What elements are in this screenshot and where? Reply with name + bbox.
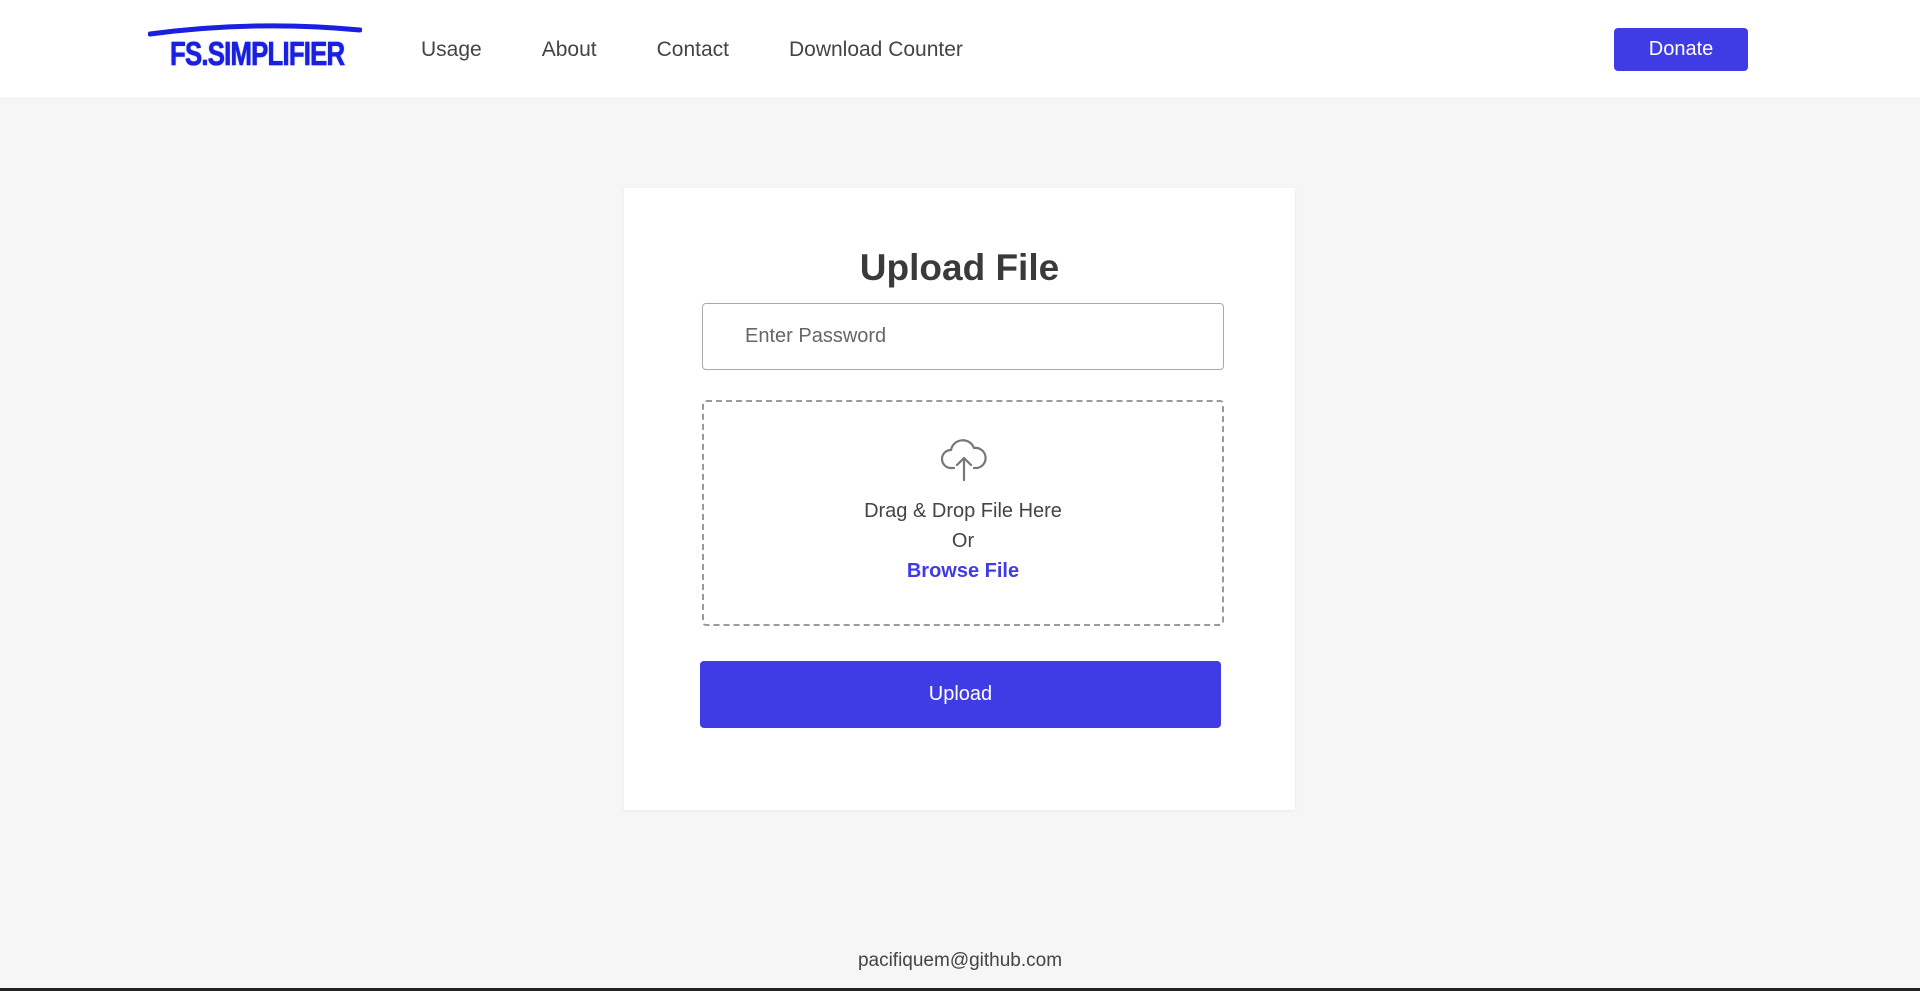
top-navbar: FS.SIMPLIFIER Usage About Contact Downlo… [0, 0, 1920, 99]
upload-card: Upload File Drag & Drop File Here Or Bro… [624, 188, 1295, 810]
page-title: Upload File [859, 246, 1060, 288]
nav-link-download-counter[interactable]: Download Counter [789, 38, 963, 62]
donate-button[interactable]: Donate [1614, 28, 1748, 71]
dropzone-or-label: Or [951, 530, 975, 552]
footer-email: pacifiquem@github.com [857, 950, 1063, 971]
file-dropzone[interactable]: Drag & Drop File Here Or Browse File [702, 400, 1224, 626]
logo-text: FS.SIMPLIFIER [170, 35, 346, 73]
nav-link-about[interactable]: About [542, 38, 597, 62]
nav-link-usage[interactable]: Usage [421, 38, 482, 62]
upload-button[interactable]: Upload [700, 661, 1221, 728]
password-field[interactable] [702, 303, 1224, 370]
nav-link-contact[interactable]: Contact [657, 38, 729, 62]
browse-file-link[interactable]: Browse File [704, 560, 1222, 583]
main-nav: Usage About Contact Download Counter [421, 38, 1023, 62]
dropzone-instruction: Drag & Drop File Here [864, 500, 1062, 522]
cloud-upload-icon [940, 438, 988, 482]
site-logo[interactable]: FS.SIMPLIFIER [148, 22, 362, 78]
